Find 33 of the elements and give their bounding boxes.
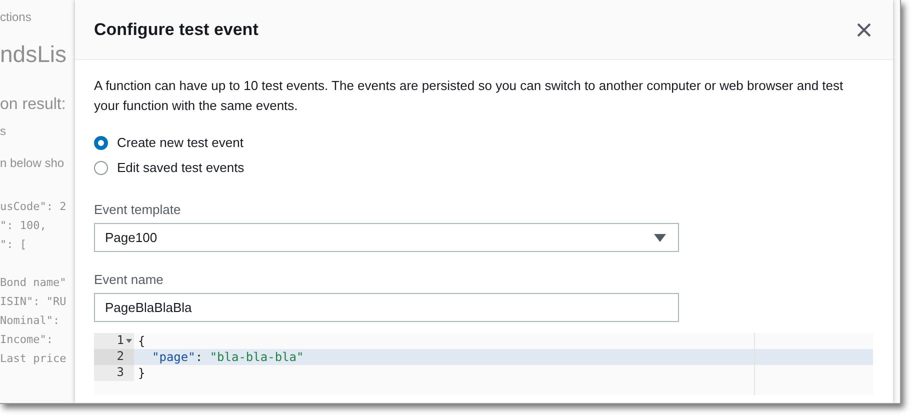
close-button[interactable] (855, 20, 873, 38)
function-title: ndsLis (0, 40, 68, 69)
radio-option[interactable]: Create new test event (94, 130, 873, 155)
event-name-field[interactable]: PageBlaBlaBla (94, 293, 679, 322)
background-text: s (0, 124, 7, 140)
code-line: "page": "bla-bla-bla" (151, 350, 304, 364)
radio-button[interactable] (94, 136, 108, 150)
radio-button[interactable] (94, 160, 108, 174)
field-label: Event name (94, 272, 164, 287)
radio-option[interactable]: Edit saved test events (94, 155, 873, 180)
description-text: A function can have up to 10 test events. The events are persisted so you can switch to another computer or web browser and test your function with the same events. (94, 77, 844, 115)
code-line: Bond name" (0, 275, 68, 292)
field-label: Event template (94, 202, 182, 217)
fold-caret-icon[interactable] (126, 339, 132, 343)
code-line: ": 100, (0, 218, 48, 234)
code-line: } (137, 366, 146, 380)
line-number: 1 (94, 333, 134, 349)
code-editor[interactable]: 1 { 2 "page": "bla-bla-bla" 3 } (94, 333, 873, 395)
template-dropdown[interactable]: Page100 (94, 223, 679, 252)
code-line: ": [ (0, 237, 28, 254)
code-line: Nominal": (0, 313, 61, 330)
line-number: 3 (94, 365, 134, 381)
modal-title: Configure test event (94, 20, 258, 40)
line-number: 2 (94, 349, 134, 365)
background-text: n below sho (0, 156, 66, 172)
code-line: { (137, 334, 146, 348)
code-line: usCode": 2 (0, 199, 68, 216)
section-heading: on result: (0, 95, 67, 116)
code-line: Last price (0, 351, 68, 368)
code-line: Income": (0, 332, 54, 348)
code-line: ISIN": "RU (0, 294, 68, 310)
close-icon (857, 22, 871, 36)
caret-icon (654, 234, 666, 242)
